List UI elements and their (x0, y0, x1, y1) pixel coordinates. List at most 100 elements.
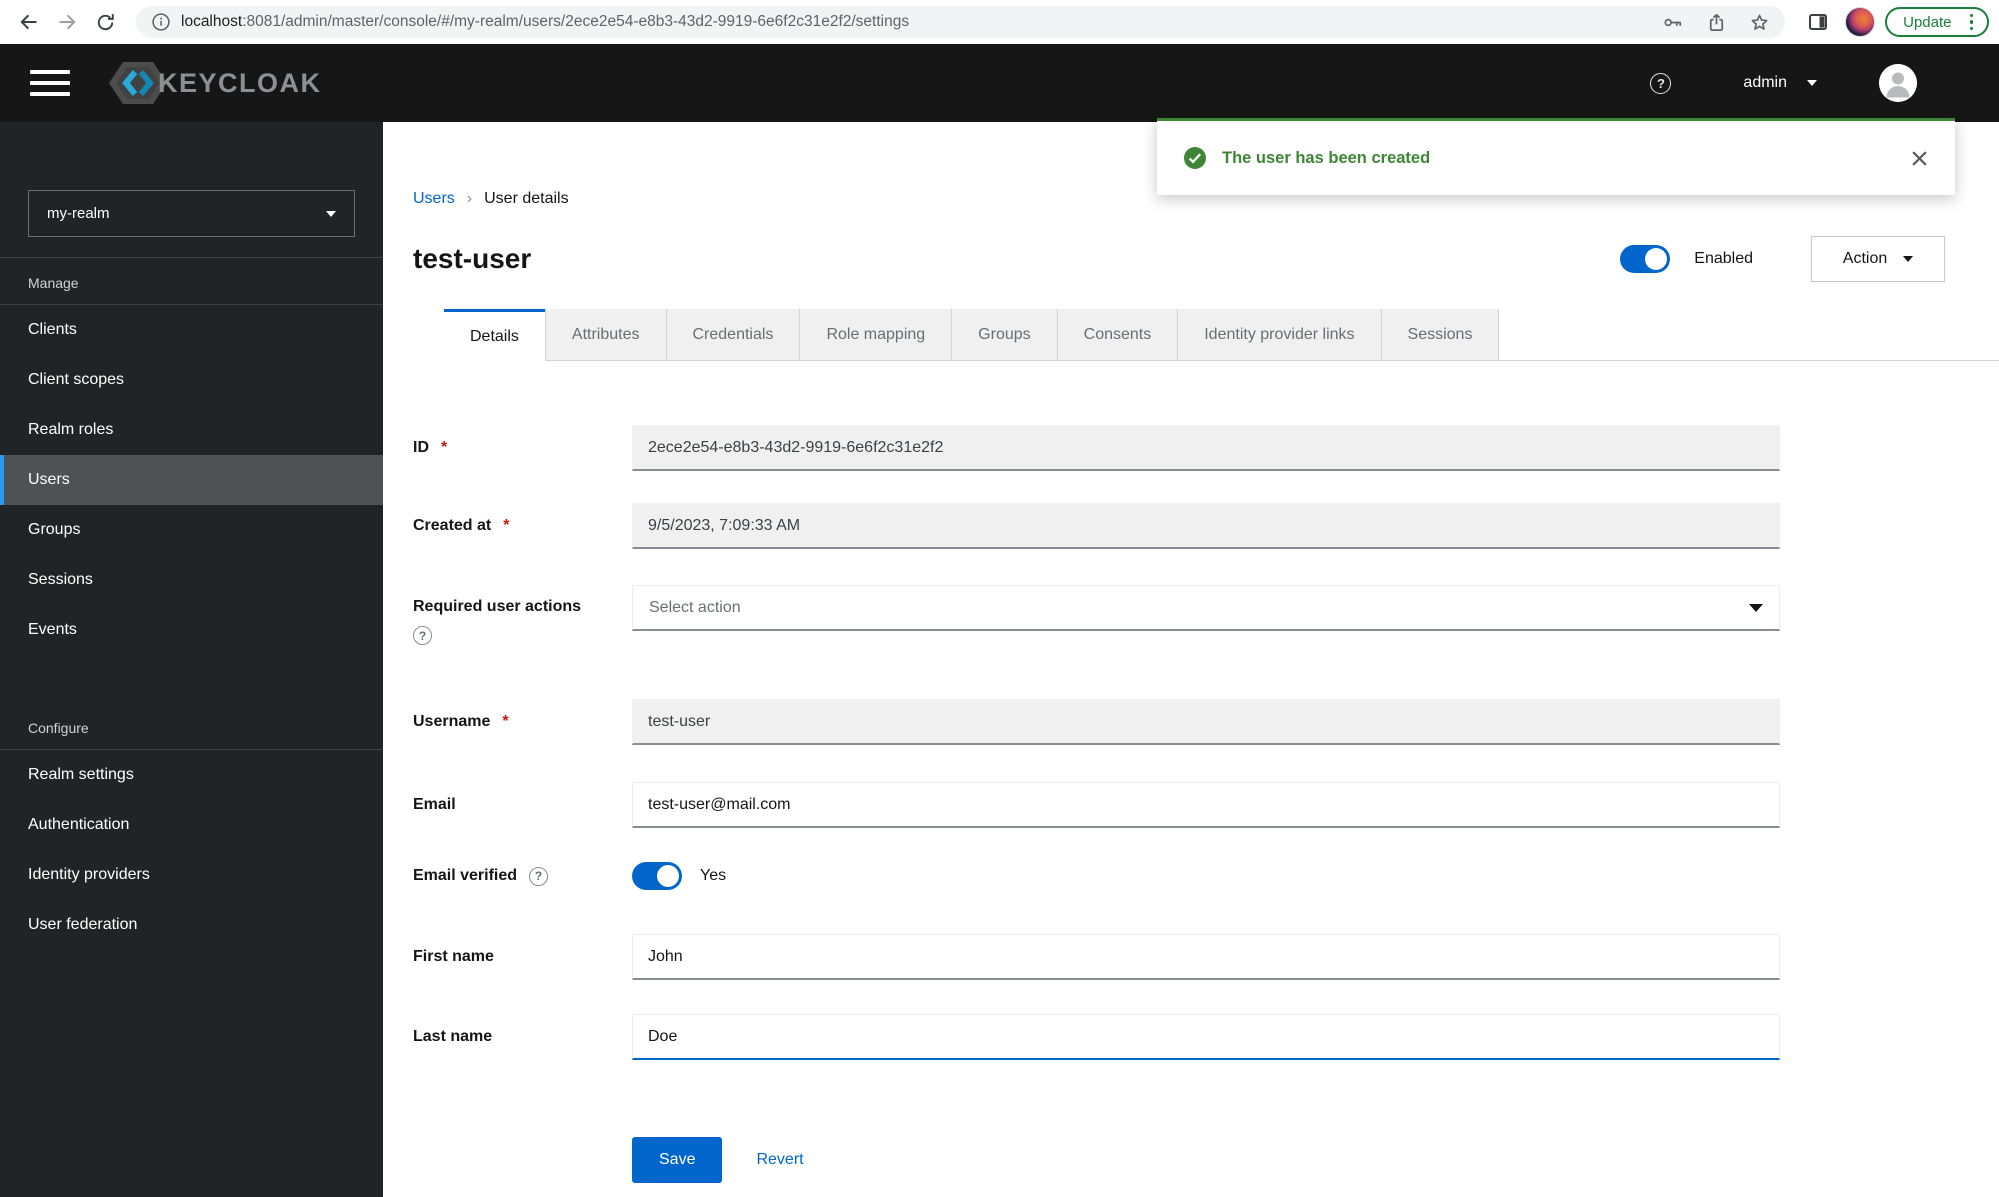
nav-section-configure: Configure Realm settings Authentication … (0, 703, 383, 950)
breadcrumb-current: User details (484, 190, 569, 207)
browser-forward-button[interactable] (52, 7, 82, 37)
chevron-down-icon (1749, 603, 1763, 612)
address-bar[interactable]: localhost:8081/admin/master/console/#/my… (136, 6, 1786, 38)
action-dropdown-button[interactable]: Action (1811, 236, 1945, 282)
app-masthead: KEYCLOAK ? admin (0, 44, 1999, 122)
first-name-label: First name (413, 948, 494, 965)
person-icon (1879, 64, 1917, 102)
user-details-form: ID * Created at * Required user actions … (413, 425, 1780, 1183)
chrome-update-button[interactable]: Update (1885, 7, 1989, 37)
browser-back-button[interactable] (14, 7, 44, 37)
user-dropdown-label: admin (1743, 74, 1787, 91)
side-panel-toggle[interactable] (1803, 7, 1833, 37)
tab-attributes[interactable]: Attributes (544, 309, 667, 360)
field-row-email: Email (413, 782, 1780, 828)
last-name-input[interactable] (632, 1014, 1780, 1060)
required-user-actions-select[interactable]: Select action (632, 585, 1780, 631)
success-check-icon (1184, 147, 1206, 169)
toast-message: The user has been created (1222, 148, 1431, 167)
required-asterisk: * (503, 517, 510, 534)
revert-button[interactable]: Revert (756, 1151, 803, 1169)
save-button[interactable]: Save (632, 1137, 723, 1183)
action-dropdown-label: Action (1842, 250, 1888, 267)
id-label: ID (413, 439, 429, 456)
first-name-input[interactable] (632, 934, 1780, 980)
id-input (632, 425, 1780, 471)
page-header: test-user Enabled Action (413, 236, 1999, 282)
browser-profile-avatar[interactable] (1845, 7, 1876, 37)
url-host: localhost (181, 13, 243, 30)
select-placeholder: Select action (649, 598, 741, 616)
browser-menu-icon[interactable] (1966, 12, 1978, 33)
help-icon[interactable]: ? (1650, 72, 1672, 94)
sidebar-item-realm-roles[interactable]: Realm roles (0, 405, 383, 455)
page-title: test-user (413, 243, 532, 274)
brand-wordmark: KEYCLOAK (158, 67, 322, 98)
sidebar-item-user-federation[interactable]: User federation (0, 900, 383, 950)
toast-close-button[interactable] (1909, 148, 1929, 168)
username-input (632, 699, 1780, 745)
back-arrow-icon (20, 14, 37, 30)
update-label: Update (1903, 13, 1952, 31)
breadcrumb-separator: › (466, 190, 473, 207)
tab-groups[interactable]: Groups (952, 309, 1058, 360)
sidebar-item-realm-settings[interactable]: Realm settings (0, 750, 383, 800)
tab-role-mapping[interactable]: Role mapping (800, 309, 953, 360)
success-toast: The user has been created (1157, 118, 1955, 195)
chevron-down-icon (1903, 256, 1914, 262)
realm-selector[interactable]: my-realm (28, 190, 355, 237)
email-verified-toggle[interactable] (632, 862, 682, 890)
last-name-label: Last name (413, 1028, 493, 1045)
tab-consents[interactable]: Consents (1057, 309, 1179, 360)
sidebar-item-users[interactable]: Users (0, 455, 383, 505)
chevron-down-icon (326, 210, 336, 217)
tab-credentials[interactable]: Credentials (666, 309, 801, 360)
main-content: Users › User details test-user Enabled A… (383, 122, 1999, 1197)
browser-refresh-button[interactable] (90, 7, 120, 37)
chevron-down-icon (1807, 80, 1817, 86)
sidebar: my-realm Manage Clients Client scopes Re… (0, 122, 383, 1197)
created-at-label: Created at (413, 517, 492, 534)
field-row-first-name: First name (413, 934, 1780, 980)
side-panel-icon (1809, 14, 1828, 30)
tab-details[interactable]: Details (444, 309, 545, 361)
enabled-label: Enabled (1694, 250, 1753, 267)
tab-sessions[interactable]: Sessions (1381, 309, 1500, 360)
email-verified-label: Email verified (413, 867, 518, 884)
realm-selector-label: my-realm (47, 205, 110, 222)
bookmark-star-icon[interactable] (1748, 11, 1771, 34)
user-avatar[interactable] (1879, 64, 1917, 102)
url-text: localhost:8081/admin/master/console/#/my… (181, 13, 1650, 31)
required-user-actions-label: Required user actions (413, 598, 582, 615)
forward-arrow-icon (59, 14, 76, 30)
breadcrumb-users-link[interactable]: Users (413, 190, 455, 208)
password-key-icon[interactable] (1662, 11, 1685, 34)
sidebar-item-clients[interactable]: Clients (0, 305, 383, 355)
help-icon[interactable]: ? (413, 626, 432, 645)
username-label: Username (413, 713, 491, 730)
tab-identity-provider-links[interactable]: Identity provider links (1178, 309, 1382, 360)
user-dropdown[interactable]: admin (1743, 74, 1817, 92)
email-label: Email (413, 796, 456, 813)
required-asterisk: * (441, 439, 448, 456)
sidebar-item-identity-providers[interactable]: Identity providers (0, 850, 383, 900)
enabled-toggle[interactable] (1620, 245, 1671, 273)
field-row-last-name: Last name (413, 1014, 1780, 1060)
field-row-email-verified: Email verified ? Yes (413, 860, 1780, 892)
sidebar-item-client-scopes[interactable]: Client scopes (0, 355, 383, 405)
field-row-username: Username * (413, 699, 1780, 745)
sidebar-nav: Manage Clients Client scopes Realm roles… (0, 257, 383, 950)
nav-toggle-hamburger-icon[interactable] (30, 70, 70, 96)
tab-bar: Details Attributes Credentials Role mapp… (444, 309, 1999, 361)
nav-section-title: Configure (0, 703, 383, 750)
sidebar-item-sessions[interactable]: Sessions (0, 555, 383, 605)
share-icon[interactable] (1705, 11, 1728, 34)
keycloak-logo[interactable]: KEYCLOAK (108, 60, 322, 106)
sidebar-item-groups[interactable]: Groups (0, 505, 383, 555)
sidebar-item-authentication[interactable]: Authentication (0, 800, 383, 850)
site-info-icon[interactable] (150, 11, 172, 33)
email-input[interactable] (632, 782, 1780, 828)
help-icon[interactable]: ? (529, 866, 549, 886)
field-row-created-at: Created at * (413, 503, 1780, 549)
sidebar-item-events[interactable]: Events (0, 605, 383, 655)
